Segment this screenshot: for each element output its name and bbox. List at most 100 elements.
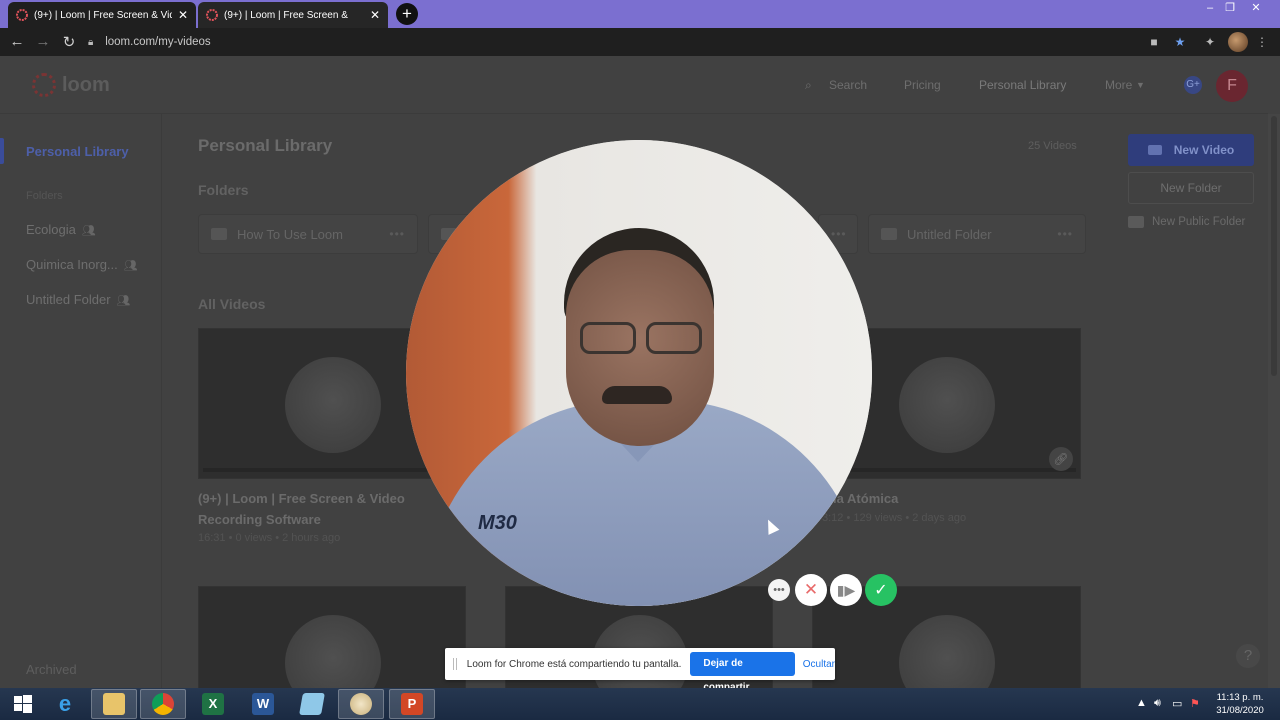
bookmark-star-icon[interactable]: ★ — [1172, 34, 1188, 50]
tab-title: (9+) | Loom | Free Screen & Vide — [34, 9, 172, 21]
windows-taskbar: e X W P ▲ 🔊︎ ▭ ⚑ 11:13 p. m. 31/08/2020 — [0, 688, 1280, 720]
folder-name: Untitled Folder — [907, 226, 992, 242]
folder-icon — [211, 228, 227, 240]
tab-close-icon[interactable]: ✕ — [370, 8, 380, 22]
stop-sharing-button[interactable]: Dejar de compartir — [690, 652, 795, 693]
video-camera-icon — [1147, 145, 1162, 155]
presenter-glasses — [576, 322, 706, 356]
loom-brand-text: loom — [62, 73, 110, 96]
menu-icon[interactable]: ⋮ — [1254, 34, 1270, 50]
taskbar-chrome[interactable] — [140, 689, 186, 719]
share-message: Loom for Chrome está compartiendo tu pan… — [466, 658, 682, 670]
reload-icon[interactable]: ↻ — [60, 33, 78, 51]
taskbar-internet-explorer[interactable]: e — [42, 689, 88, 719]
thumbnail-camera-bubble — [285, 615, 381, 688]
restore-icon[interactable]: ❐ — [1218, 0, 1242, 18]
shirt-logo: M30 — [478, 512, 517, 534]
nav-search[interactable]: Search — [829, 78, 867, 92]
paint-icon — [350, 693, 372, 715]
drag-handle-icon[interactable] — [453, 658, 457, 670]
sidebar-item-label: Untitled Folder — [26, 292, 111, 307]
nav-more[interactable]: More — [1105, 78, 1132, 92]
folder-card[interactable]: How To Use Loom ••• — [198, 214, 418, 254]
clock-time: 11:13 p. m. — [1216, 692, 1264, 703]
sidebar-item-personal-library[interactable]: Personal Library — [26, 144, 129, 159]
add-member-icon[interactable]: G+ — [1184, 76, 1202, 94]
sidebar-item-archived[interactable]: Archived — [26, 662, 77, 677]
extensions-icon[interactable]: ✦ — [1202, 34, 1218, 50]
shared-people-icon: 👥︎ — [116, 295, 131, 307]
new-public-folder-button[interactable]: New Public Folder — [1128, 216, 1245, 228]
new-folder-button[interactable]: New Folder — [1128, 172, 1254, 204]
taskbar-paint[interactable] — [338, 689, 384, 719]
thumbnail-camera-bubble — [285, 357, 381, 453]
action-center-icon[interactable]: ⚑ — [1190, 697, 1200, 710]
more-options-icon[interactable]: ••• — [1057, 227, 1073, 241]
browser-tab[interactable]: (9+) | Loom | Free Screen & ✕ — [198, 2, 388, 28]
more-options-icon[interactable]: ••• — [389, 227, 405, 241]
taskbar-word[interactable]: W — [240, 689, 286, 719]
pause-recording-button[interactable]: ▮▶ — [830, 574, 862, 606]
hide-button[interactable]: Ocultar — [803, 659, 835, 670]
taskbar-powerpoint[interactable]: P — [389, 689, 435, 719]
thumbnail-camera-bubble — [899, 615, 995, 688]
lock-icon: 🔒︎ — [88, 37, 94, 48]
loom-header: loom ⌕ Search Pricing Personal Library M… — [0, 56, 1268, 114]
browser-tab-active[interactable]: (9+) | Loom | Free Screen & Vide ✕ — [8, 2, 196, 28]
back-icon[interactable]: ← — [8, 33, 26, 50]
address-bar[interactable]: 🔒︎ loom.com/my-videos — [88, 31, 1140, 53]
taskbar-notepad[interactable] — [289, 689, 335, 719]
public-folder-icon — [1128, 216, 1144, 228]
internet-explorer-icon: e — [58, 691, 72, 716]
clock-date: 31/08/2020 — [1216, 705, 1264, 716]
new-tab-button[interactable]: + — [396, 3, 418, 25]
copy-link-icon[interactable]: 🔗︎ — [1049, 447, 1073, 471]
shared-people-icon: 👥︎ — [123, 260, 138, 272]
window-close-icon[interactable]: ✕ — [1244, 0, 1268, 18]
camera-bubble[interactable]: M30 — [406, 140, 872, 606]
actions-column: New Video New Folder New Public Folder — [1103, 114, 1268, 688]
sidebar-item-ecologia[interactable]: Ecologia 👥︎ — [26, 222, 96, 237]
folder-card[interactable]: Untitled Folder ••• — [868, 214, 1086, 254]
user-avatar[interactable]: F — [1216, 70, 1248, 102]
recording-options-button[interactable]: ••• — [768, 579, 790, 601]
page-scrollbar[interactable] — [1268, 114, 1280, 688]
scrollbar-thumb[interactable] — [1271, 116, 1277, 376]
sidebar-item-untitled-folder[interactable]: Untitled Folder 👥︎ — [26, 292, 131, 307]
taskbar-excel[interactable]: X — [190, 689, 236, 719]
profile-avatar[interactable] — [1228, 32, 1248, 52]
screen-share-bar: Loom for Chrome está compartiendo tu pan… — [445, 648, 835, 693]
page-title: Personal Library — [198, 136, 333, 155]
presenter-mustache — [602, 386, 672, 404]
thumbnail-camera-bubble — [899, 357, 995, 453]
finish-recording-button[interactable]: ✓ — [865, 574, 897, 606]
new-public-folder-label: New Public Folder — [1152, 216, 1246, 228]
cancel-recording-button[interactable]: ✕ — [795, 574, 827, 606]
help-button[interactable]: ? — [1236, 644, 1260, 668]
tab-close-icon[interactable]: ✕ — [178, 8, 188, 22]
loom-favicon-icon — [16, 9, 28, 21]
video-meta: 16:31 • 0 views • 2 hours ago — [198, 532, 341, 544]
shared-folder-icon — [881, 228, 897, 240]
tab-title: (9+) | Loom | Free Screen & — [224, 9, 348, 21]
tab-strip: (9+) | Loom | Free Screen & Vide ✕ (9+) … — [0, 0, 1280, 28]
chevron-down-icon: ▼ — [1136, 80, 1145, 90]
sidebar: Personal Library Folders Ecologia 👥︎ Quim… — [0, 114, 162, 688]
camera-icon[interactable]: ■ — [1146, 34, 1162, 50]
taskbar-file-explorer[interactable] — [91, 689, 137, 719]
video-title[interactable]: (9+) | Loom | Free Screen & Video Record… — [198, 488, 428, 530]
sidebar-item-quimica[interactable]: Quimica Inorg... 👥︎ — [26, 257, 138, 272]
nav-pricing[interactable]: Pricing — [904, 78, 941, 92]
system-clock[interactable]: 11:13 p. m. 31/08/2020 — [1212, 691, 1268, 717]
tray-expand-icon[interactable]: ▲ — [1136, 697, 1147, 709]
search-icon[interactable]: ⌕ — [805, 78, 812, 93]
forward-icon[interactable]: → — [34, 33, 52, 50]
start-button[interactable] — [0, 689, 46, 719]
nav-personal-library[interactable]: Personal Library — [979, 78, 1066, 92]
network-icon[interactable]: ▭ — [1172, 697, 1182, 710]
new-video-button[interactable]: New Video — [1128, 134, 1254, 166]
volume-icon[interactable]: 🔊︎ — [1154, 697, 1161, 710]
folder-name: How To Use Loom — [237, 226, 343, 242]
loom-logo[interactable]: loom — [32, 73, 110, 97]
powerpoint-icon: P — [401, 693, 423, 715]
